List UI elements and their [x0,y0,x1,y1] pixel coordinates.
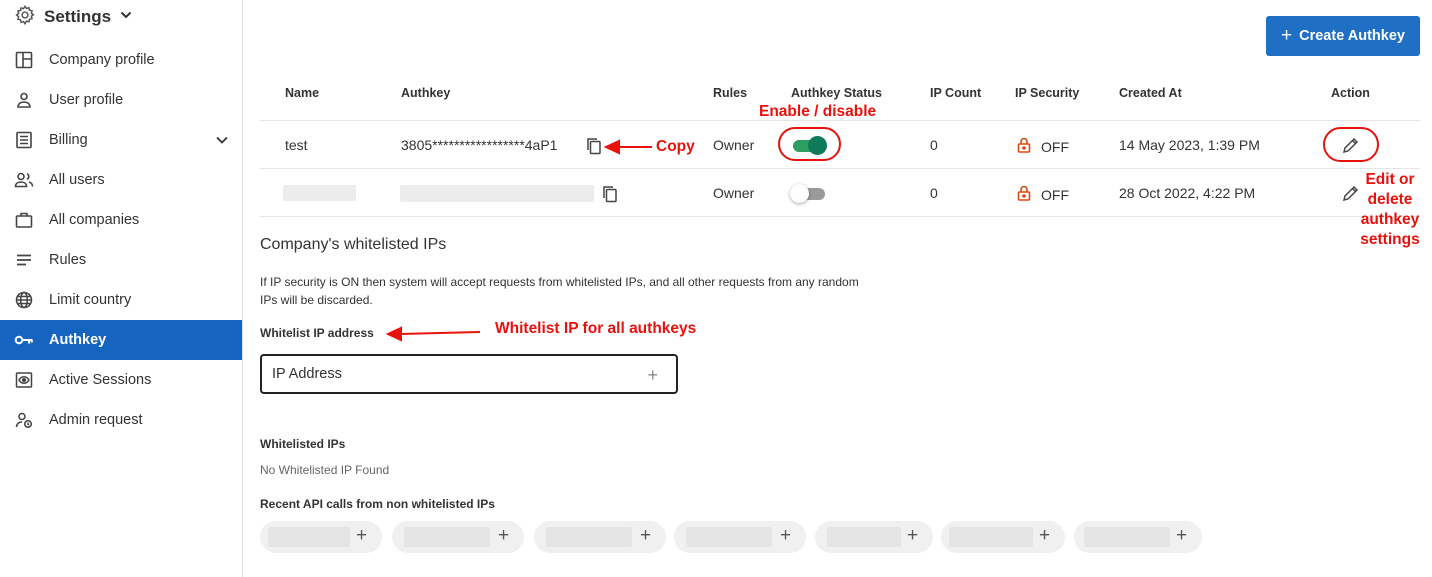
annotation-arrows [385,139,652,342]
